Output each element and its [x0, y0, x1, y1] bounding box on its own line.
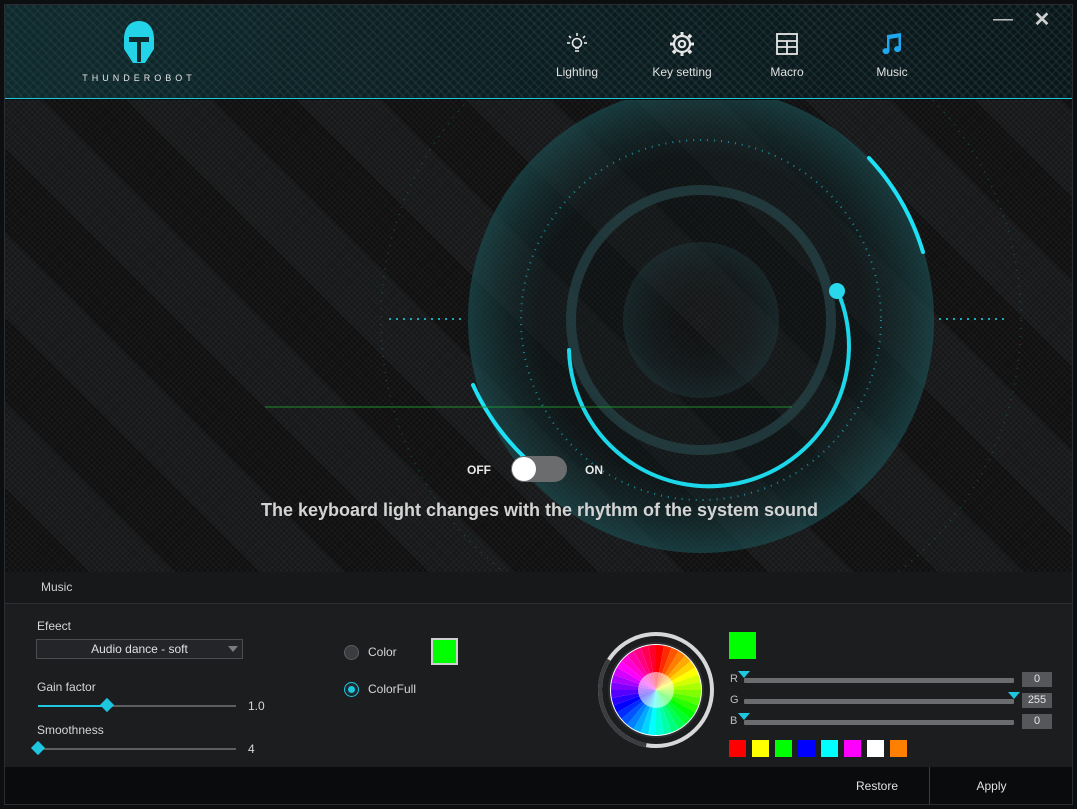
nav-macro-label: Macro: [770, 65, 804, 79]
effect-dropdown-value: Audio dance - soft: [91, 642, 188, 656]
red-channel-thumb[interactable]: [738, 671, 750, 678]
green-channel-thumb[interactable]: [1008, 692, 1020, 699]
gain-factor-label: Gain factor: [37, 680, 96, 694]
close-button[interactable]: ✕: [1032, 9, 1052, 31]
gain-factor-slider[interactable]: [38, 697, 236, 713]
colorfull-mode-label: ColorFull: [368, 682, 417, 696]
restore-button[interactable]: Restore: [825, 767, 930, 804]
smoothness-thumb[interactable]: [30, 740, 46, 756]
gear-icon: [670, 32, 694, 56]
nav-macro[interactable]: Macro: [742, 31, 832, 87]
toggle-knob: [512, 457, 536, 481]
smoothness-label: Smoothness: [37, 723, 104, 737]
header: THUNDEROBOT Lighting Key setting Macro M…: [5, 5, 1072, 99]
nav-key-setting-label: Key setting: [652, 65, 712, 79]
app-window: THUNDEROBOT Lighting Key setting Macro M…: [4, 4, 1073, 805]
blue-channel-slider[interactable]: [738, 713, 1014, 725]
colorfull-mode-radio[interactable]: [344, 682, 359, 697]
music-note-icon: [882, 33, 902, 55]
lightbulb-icon: [567, 33, 587, 52]
music-caption: The keyboard light changes with the rhyt…: [260, 500, 819, 520]
rgb-preview-swatch: [729, 632, 756, 659]
toggle-on-label: ON: [585, 463, 603, 477]
red-channel-slider[interactable]: [738, 671, 1014, 683]
nav-key-setting[interactable]: Key setting: [637, 31, 727, 87]
footer-bar: Restore Apply: [5, 767, 1072, 804]
preset-color-swatch[interactable]: [867, 740, 884, 757]
gain-factor-fill: [38, 705, 108, 707]
color-wheel-picker[interactable]: [596, 630, 716, 750]
preset-color-swatch[interactable]: [798, 740, 815, 757]
music-mode-toggle[interactable]: [511, 456, 567, 482]
panel-title-bar: Music: [5, 572, 1072, 604]
preset-color-swatch[interactable]: [729, 740, 746, 757]
green-channel-value[interactable]: 255: [1022, 693, 1052, 708]
apply-button[interactable]: Apply: [931, 767, 1052, 804]
red-channel-value[interactable]: 0: [1022, 672, 1052, 687]
color-wheel-graphic: [597, 632, 714, 748]
minimize-button[interactable]: —: [993, 9, 1013, 31]
blue-channel-label: B: [730, 715, 738, 727]
green-channel-label: G: [730, 694, 739, 706]
chevron-down-icon: [228, 646, 238, 652]
music-visualizer-area: OFF ON The keyboard light changes with t…: [5, 100, 1072, 572]
helmet-logo-icon: [124, 21, 154, 63]
brand-logo: THUNDEROBOT: [79, 19, 199, 89]
smoothness-slider[interactable]: [30, 740, 236, 756]
toggle-off-label: OFF: [467, 463, 491, 477]
music-toggle-group: OFF ON: [460, 456, 630, 482]
nav-music-label: Music: [876, 65, 908, 79]
grid-icon: [776, 33, 798, 55]
green-channel-slider[interactable]: [744, 692, 1020, 704]
nav-music[interactable]: Music: [847, 31, 937, 87]
nav-lighting-label: Lighting: [555, 65, 599, 79]
preset-color-swatch[interactable]: [775, 740, 792, 757]
red-channel-label: R: [730, 673, 738, 685]
color-swatch[interactable]: [431, 638, 458, 665]
panel-title: Music: [41, 580, 73, 594]
color-mode-radio[interactable]: [344, 645, 359, 660]
blue-channel-thumb[interactable]: [738, 713, 750, 720]
music-settings-panel: Music Efeect Audio dance - soft Gain fac…: [5, 572, 1072, 767]
effect-label: Efeect: [37, 619, 72, 633]
nav-lighting[interactable]: Lighting: [532, 31, 622, 87]
effect-dropdown[interactable]: Audio dance - soft: [36, 639, 243, 659]
preset-color-swatch[interactable]: [890, 740, 907, 757]
color-mode-label: Color: [368, 645, 397, 659]
gain-factor-thumb[interactable]: [100, 697, 115, 713]
preset-color-swatch[interactable]: [821, 740, 838, 757]
gain-factor-value: 1.0: [248, 699, 265, 713]
brand-name: THUNDEROBOT: [82, 73, 196, 83]
blue-channel-value[interactable]: 0: [1022, 714, 1052, 729]
preset-color-swatch[interactable]: [844, 740, 861, 757]
smoothness-value: 4: [248, 742, 255, 756]
preset-color-swatch[interactable]: [752, 740, 769, 757]
color-wheel-center: [638, 672, 674, 708]
